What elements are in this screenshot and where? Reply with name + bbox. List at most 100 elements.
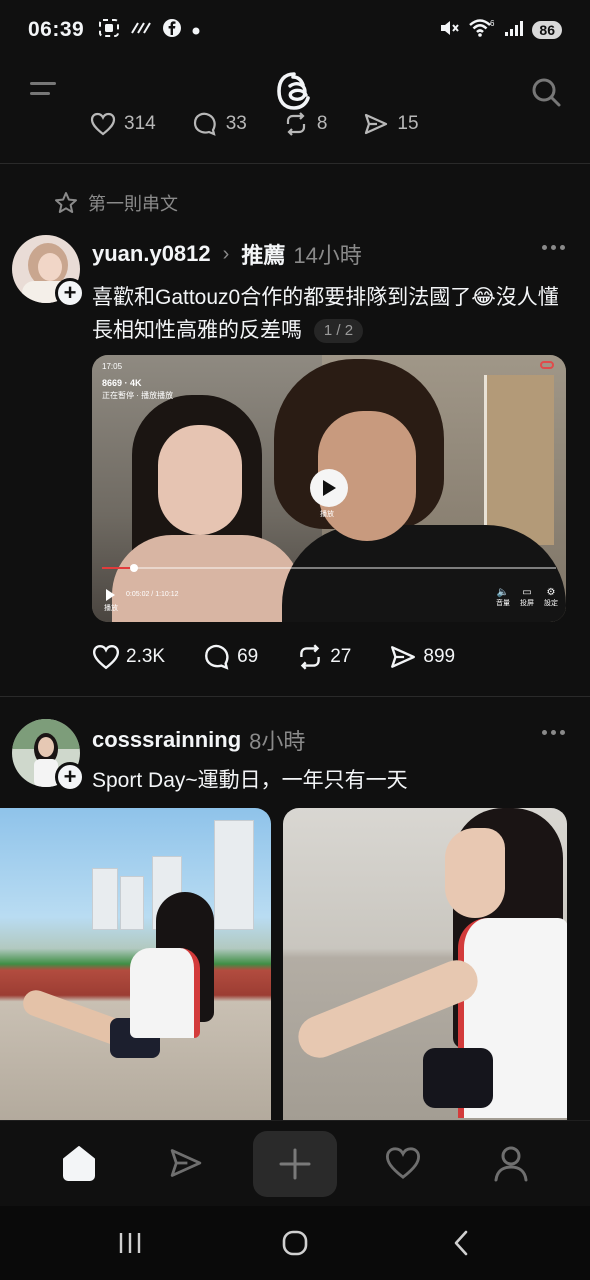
post-header: cosssrainning 8小時 (92, 724, 305, 756)
facebook-icon (162, 18, 182, 43)
back-icon[interactable] (441, 1226, 481, 1260)
play-label: 播放 (320, 511, 334, 518)
cast-label: 投屏 (520, 600, 534, 607)
prev-share-button[interactable]: 15 (363, 112, 419, 136)
cast-icon: ▭ (522, 587, 532, 598)
video-time: 0:05:02 / 1:10:12 (126, 591, 179, 598)
post-actions: 2.3K 69 27 899 (92, 644, 455, 670)
reply-count: 69 (237, 646, 259, 667)
video-clock: 17:05 (102, 362, 123, 371)
volume-control[interactable]: 🔈 音量 (496, 587, 510, 608)
wifi-calling-icon (130, 20, 152, 40)
profile-icon[interactable] (487, 1139, 535, 1187)
search-icon[interactable] (530, 76, 562, 108)
bottom-nav (0, 1120, 590, 1206)
username[interactable]: cosssrainning (92, 727, 241, 753)
video-overlay-info: 17:05 8669 · 4K 正在暫停 · 播放播放 (102, 361, 173, 402)
signal-icon (504, 19, 524, 42)
home-icon[interactable] (55, 1139, 103, 1187)
play-icon (323, 480, 336, 496)
threads-logo[interactable] (273, 70, 315, 112)
video-controls: 🔈 音量 ▭ 投屏 ⚙ 設定 (496, 587, 558, 608)
status-bar: 06:39 6 86 (0, 0, 590, 60)
send-icon (391, 646, 416, 668)
recommended-label[interactable]: 推薦 (241, 238, 285, 270)
repost-icon (286, 112, 305, 136)
cast-control[interactable]: ▭ 投屏 (520, 587, 534, 608)
pinned-text: 第一則串文 (88, 194, 178, 214)
home-circle-icon[interactable] (275, 1226, 315, 1260)
status-left-icons (98, 18, 200, 43)
prev-reply-button[interactable]: 33 (192, 112, 247, 136)
share-count: 899 (423, 646, 456, 667)
page-badge: 1 / 2 (313, 319, 364, 344)
record-icon (540, 361, 554, 369)
divider (0, 696, 590, 697)
settings-control[interactable]: ⚙ 設定 (544, 587, 558, 608)
pinned-label: 第一則串文 (54, 190, 178, 216)
prev-repost-button[interactable]: 8 (283, 112, 328, 136)
video-progress-bar[interactable] (102, 564, 556, 572)
previous-post-actions: 314 33 8 15 (90, 110, 419, 138)
video-views: 8669 · 4K (102, 378, 142, 388)
mute-icon (438, 18, 460, 43)
status-time: 06:39 (28, 18, 85, 41)
chevron-right-icon: › (222, 242, 230, 265)
menu-icon[interactable] (30, 82, 56, 104)
prev-like-count: 314 (124, 113, 156, 134)
gear-icon: ⚙ (546, 587, 556, 598)
share-button[interactable]: 899 (389, 644, 455, 670)
battery-indicator: 86 (532, 21, 562, 39)
video-progress-knob[interactable] (129, 564, 138, 572)
repost-icon (300, 644, 321, 670)
video-player[interactable]: 17:05 8669 · 4K 正在暫停 · 播放播放 播放 播放 0:05:0… (92, 355, 566, 622)
username[interactable]: yuan.y0812 (92, 241, 211, 267)
system-nav-bar (0, 1206, 590, 1280)
post-time: 8小時 (249, 729, 306, 754)
prev-repost-count: 8 (316, 113, 328, 134)
post-image[interactable] (0, 808, 271, 1120)
comment-icon (205, 644, 229, 670)
send-icon (365, 113, 388, 135)
follow-button[interactable]: + (55, 278, 85, 308)
recents-icon[interactable] (110, 1226, 150, 1260)
post-header: yuan.y0812 › 推薦 14小時 (92, 238, 362, 270)
divider (0, 163, 590, 164)
repost-count: 27 (330, 646, 352, 667)
wifi-icon: 6 (468, 18, 496, 43)
heart-icon (90, 112, 116, 136)
post-time: 14小時 (293, 243, 362, 268)
prev-share-count: 15 (397, 113, 419, 134)
heart-icon (92, 645, 120, 670)
small-play-label: 播放 (104, 605, 118, 612)
more-options-icon[interactable] (538, 725, 568, 739)
video-subtitle: 正在暫停 · 播放播放 (102, 391, 174, 400)
post-body: Sport Day~運動日，一年只有一天 (92, 769, 408, 792)
send-icon[interactable] (162, 1139, 210, 1187)
screenshot-icon (98, 18, 120, 43)
like-button[interactable]: 2.3K (92, 644, 165, 670)
comment-icon (193, 112, 216, 136)
repost-button[interactable]: 27 (296, 644, 351, 670)
create-icon[interactable] (253, 1131, 337, 1197)
activity-icon[interactable] (379, 1139, 427, 1187)
prev-like-button[interactable]: 314 (90, 112, 156, 136)
volume-label: 音量 (496, 600, 510, 607)
svg-text:6: 6 (490, 19, 495, 28)
status-right-icons: 6 86 (438, 18, 562, 43)
reply-button[interactable]: 69 (203, 644, 258, 670)
settings-label: 設定 (544, 600, 558, 607)
play-button[interactable] (310, 469, 348, 507)
post-text: Sport Day~運動日，一年只有一天 (92, 764, 572, 797)
star-icon (55, 192, 77, 213)
post-image[interactable] (283, 808, 567, 1120)
image-carousel[interactable] (0, 808, 590, 1120)
dot-icon (192, 20, 200, 40)
more-options-icon[interactable] (538, 240, 568, 254)
volume-icon: 🔈 (496, 587, 510, 598)
prev-reply-count: 33 (225, 113, 247, 134)
follow-button[interactable]: + (55, 762, 85, 792)
like-count: 2.3K (126, 646, 166, 667)
post-text: 喜歡和Gattouz0合作的都要排隊到法國了😂沒人懂長相知性高雅的反差嗎 1 /… (92, 281, 572, 347)
small-play-icon[interactable] (106, 589, 115, 601)
